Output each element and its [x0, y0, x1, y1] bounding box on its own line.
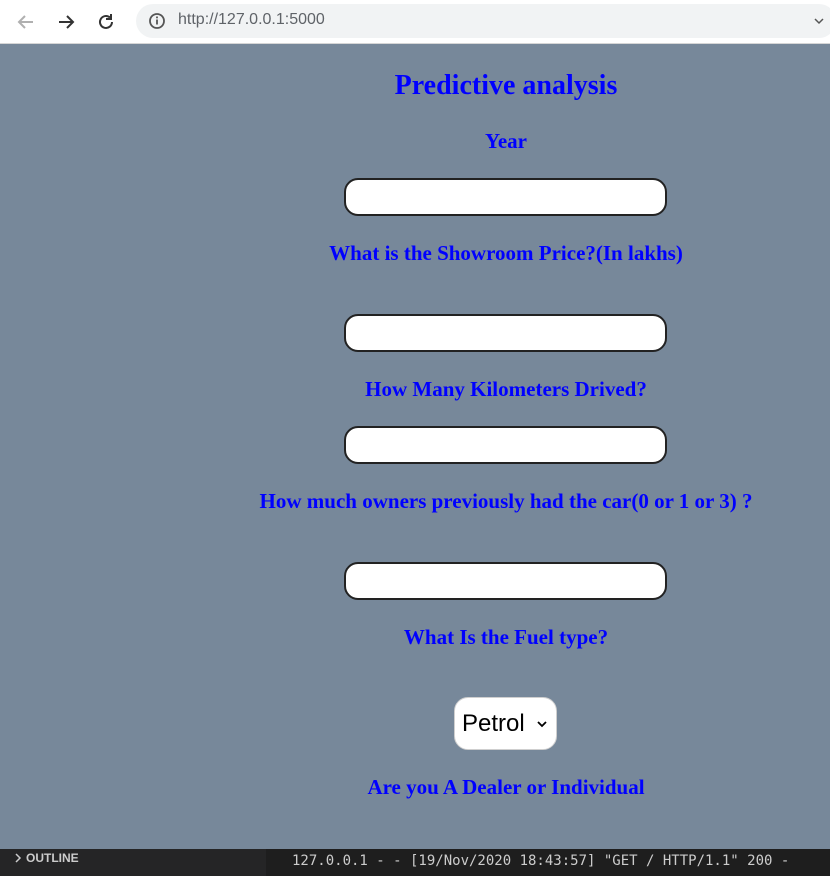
- browser-toolbar: http://127.0.0.1:5000: [0, 0, 830, 44]
- chevron-down-icon: [814, 18, 824, 25]
- chevron-right-icon: [15, 853, 22, 863]
- terminal-output: 127.0.0.1 - - [19/Nov/2020 18:43:57] "GE…: [292, 853, 790, 869]
- fuel-type-select[interactable]: Petrol: [454, 697, 557, 750]
- info-icon: [149, 13, 165, 29]
- owners-input[interactable]: [344, 562, 667, 600]
- vscode-sidebar: OUTLINE: [0, 849, 266, 876]
- arrow-right-icon: [59, 15, 75, 29]
- year-input[interactable]: [344, 178, 667, 216]
- fuel-type-selected-value: Petrol: [462, 710, 525, 737]
- showroom-price-label: What is the Showroom Price?(In lakhs): [329, 241, 683, 265]
- page-title: Predictive analysis: [394, 70, 618, 101]
- address-bar[interactable]: http://127.0.0.1:5000: [136, 4, 830, 38]
- showroom-price-input[interactable]: [344, 314, 667, 352]
- seller-type-label: Are you A Dealer or Individual: [367, 775, 645, 799]
- reload-icon: [99, 14, 113, 29]
- reload-button[interactable]: [90, 6, 122, 38]
- fuel-type-label: What Is the Fuel type?: [403, 625, 609, 649]
- kilometers-label: How Many Kilometers Drived?: [365, 377, 647, 401]
- forward-button[interactable]: [50, 6, 82, 38]
- outline-section[interactable]: OUTLINE: [26, 851, 79, 865]
- year-label: Year: [485, 129, 527, 153]
- arrow-left-icon: [17, 15, 33, 29]
- kilometers-input[interactable]: [344, 426, 667, 464]
- url-text: http://127.0.0.1:5000: [178, 11, 325, 28]
- chevron-down-icon: [537, 721, 547, 728]
- back-button[interactable]: [10, 6, 42, 38]
- owners-label: How much owners previously had the car(0…: [259, 489, 753, 513]
- vscode-panel: OUTLINE 127.0.0.1 - - [19/Nov/2020 18:43…: [0, 849, 830, 876]
